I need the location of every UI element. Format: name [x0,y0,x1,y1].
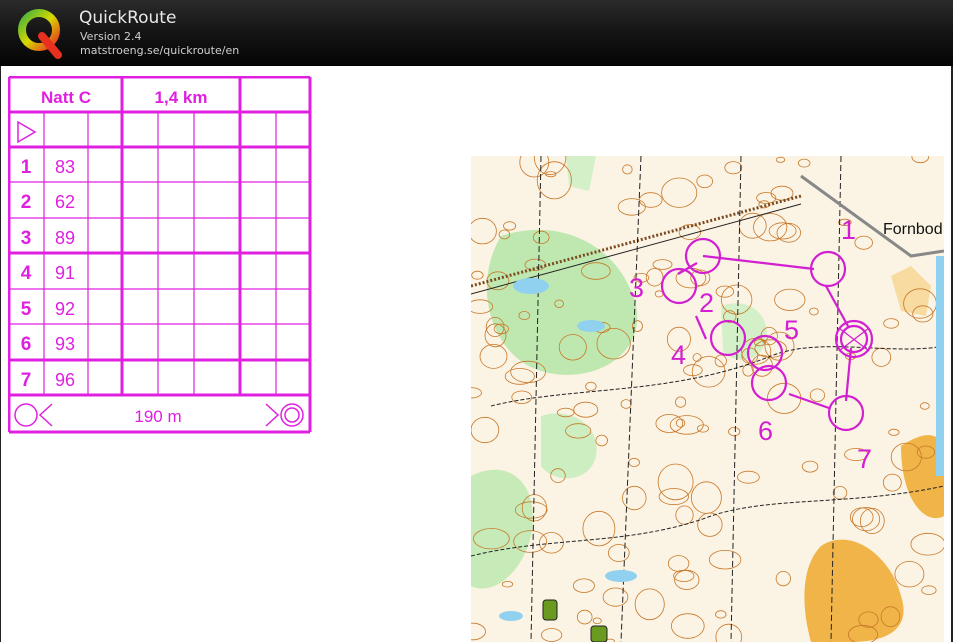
control-description-card: Natt C 1,4 km 1 83 2 62 3 89 4 91 5 92 6 93 7 96 190 … [7,75,313,439]
app-title: QuickRoute [79,8,177,28]
finish-start-icon [14,403,53,427]
title-bar: QuickRoute Version 2.4 matstroeng.se/qui… [0,0,953,66]
start-triangle-icon [17,120,37,144]
control-number: 1 [21,157,32,178]
map-control-label: 4 [671,340,686,370]
control-number: 7 [21,370,32,391]
map-control-label: 3 [629,273,644,303]
orienteering-map[interactable]: 1 2 3 4 5 6 7 Fornbod [471,156,944,642]
app-url[interactable]: matstroeng.se/quickroute/en [80,44,239,57]
control-number: 3 [21,228,32,249]
control-code: 93 [55,334,75,354]
control-number: 6 [21,334,32,355]
map-control-label: 6 [758,416,773,446]
control-code: 91 [55,263,75,283]
quickroute-logo-icon [18,9,62,59]
finish-distance: 190 m [134,407,181,426]
control-number: 5 [21,299,32,320]
card-course-length: 1,4 km [155,88,208,107]
map-control-label: 2 [699,288,714,318]
map-canvas: 1 2 3 4 5 6 7 Fornbod [471,156,944,642]
control-code: 89 [55,228,75,248]
finish-icon [265,403,304,427]
map-place-label: Fornbod [883,221,943,238]
card-event-name: Natt C [41,88,91,107]
control-number: 4 [21,263,32,284]
control-code: 62 [55,192,75,212]
content-area: Natt C 1,4 km 1 83 2 62 3 89 4 91 5 92 6 93 7 96 190 … [0,66,953,642]
map-control-label: 1 [841,215,856,245]
map-control-label: 5 [784,315,799,345]
control-number: 2 [21,192,32,213]
control-code: 92 [55,299,75,319]
control-code: 83 [55,157,75,177]
control-code: 96 [55,370,75,390]
map-control-label: 7 [857,444,872,474]
control-description-grid: Natt C 1,4 km 1 83 2 62 3 89 4 91 5 92 6 93 7 96 190 … [7,75,312,434]
app-version: Version 2.4 [80,30,142,43]
